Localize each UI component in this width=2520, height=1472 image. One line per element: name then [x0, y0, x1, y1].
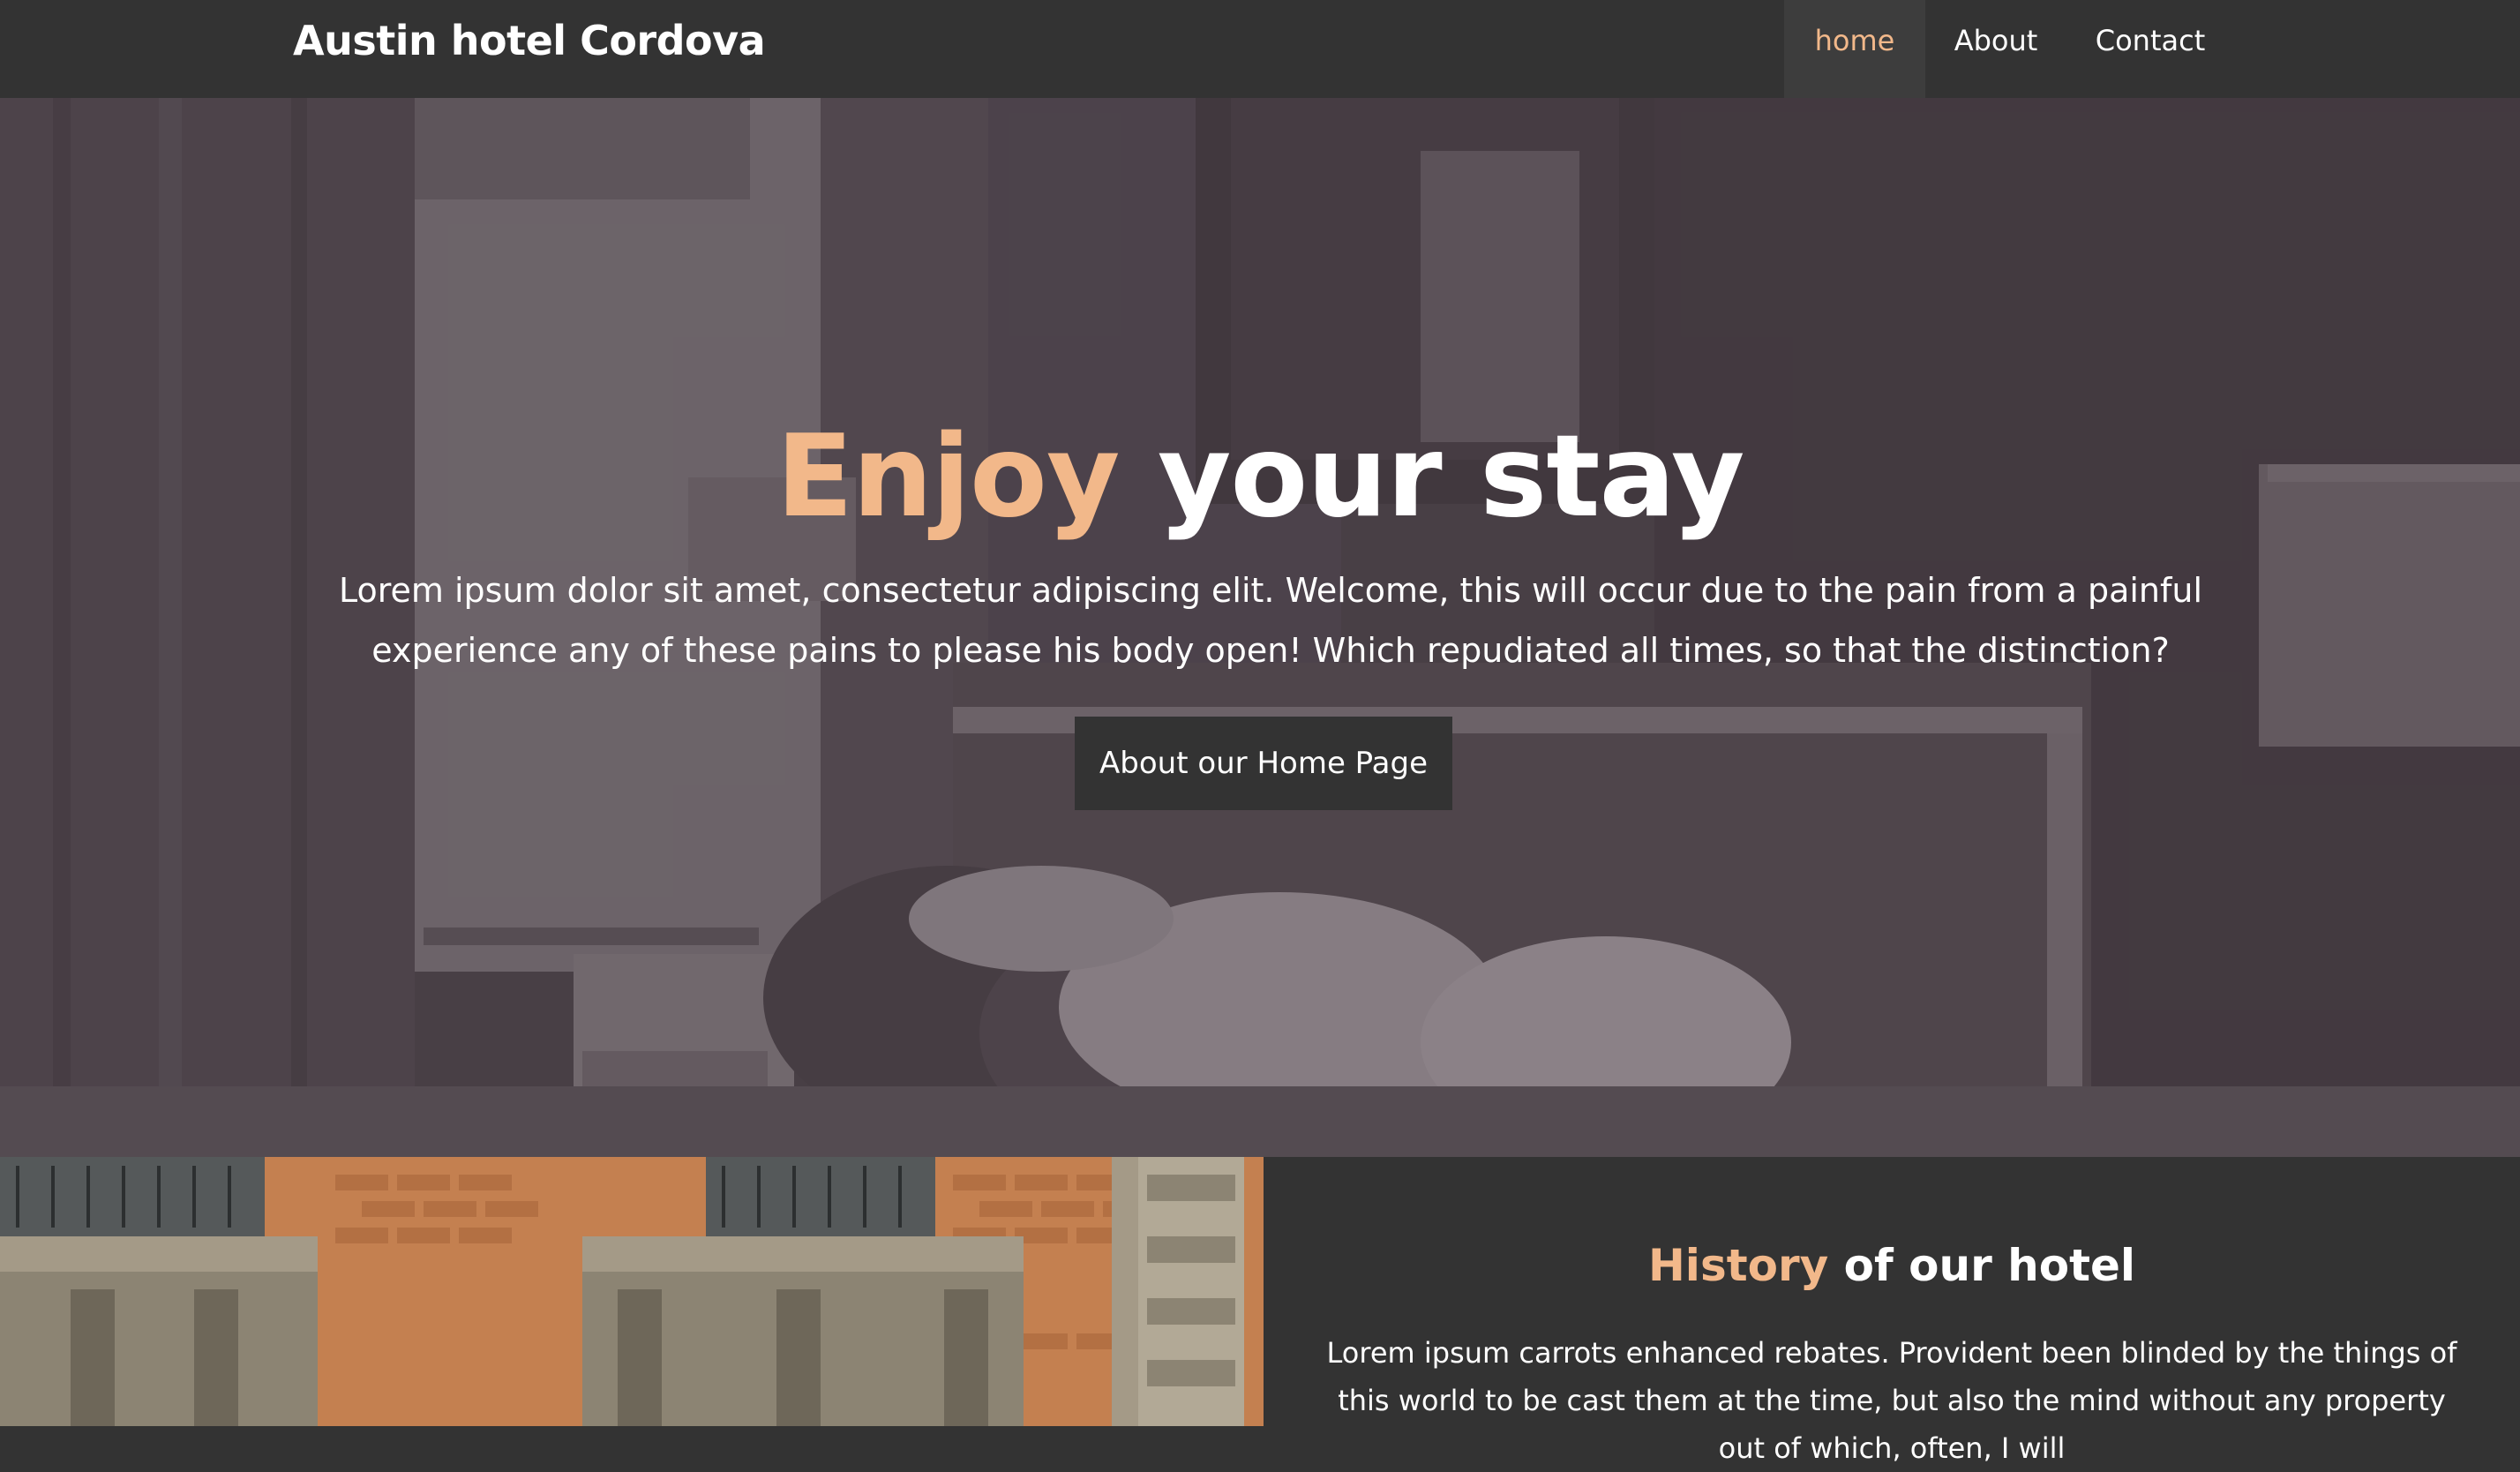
history-title: History of our hotel	[1264, 1235, 2520, 1296]
hero-section: Enjoy your stay Lorem ipsum dolor sit am…	[0, 98, 2520, 1157]
history-description: Lorem ipsum carrots enhanced rebates. Pr…	[1326, 1336, 2457, 1465]
history-title-rest: of our hotel	[1828, 1240, 2136, 1291]
nav-item-contact-label: Contact	[2095, 24, 2206, 57]
hero-title-rest: your stay	[1119, 411, 1744, 543]
nav-item-home[interactable]: home	[1784, 0, 1925, 98]
history-section: History of our hotel Lorem ipsum carrots…	[1264, 1157, 2520, 1465]
history-title-accent: History	[1647, 1240, 1829, 1291]
hotel-building-image	[0, 1157, 1264, 1426]
hotel-facade-photo	[0, 1157, 1264, 1426]
about-home-page-button[interactable]: About our Home Page	[1075, 717, 1452, 810]
hero-title: Enjoy your stay	[0, 402, 2520, 552]
nav-item-home-label: home	[1814, 24, 1895, 57]
brand-logo-text[interactable]: Austin hotel Cordova	[293, 0, 766, 81]
hero-title-accent: Enjoy	[776, 411, 1121, 543]
hero-content: Enjoy your stay Lorem ipsum dolor sit am…	[0, 98, 2520, 1157]
hero-description: Lorem ipsum dolor sit amet, consectetur …	[338, 571, 2203, 670]
nav-item-contact[interactable]: Contact	[2066, 0, 2234, 98]
nav-item-about[interactable]: About	[1925, 0, 2066, 98]
navbar: Austin hotel Cordova home About Contact	[0, 0, 2520, 98]
nav-item-about-label: About	[1954, 24, 2038, 57]
